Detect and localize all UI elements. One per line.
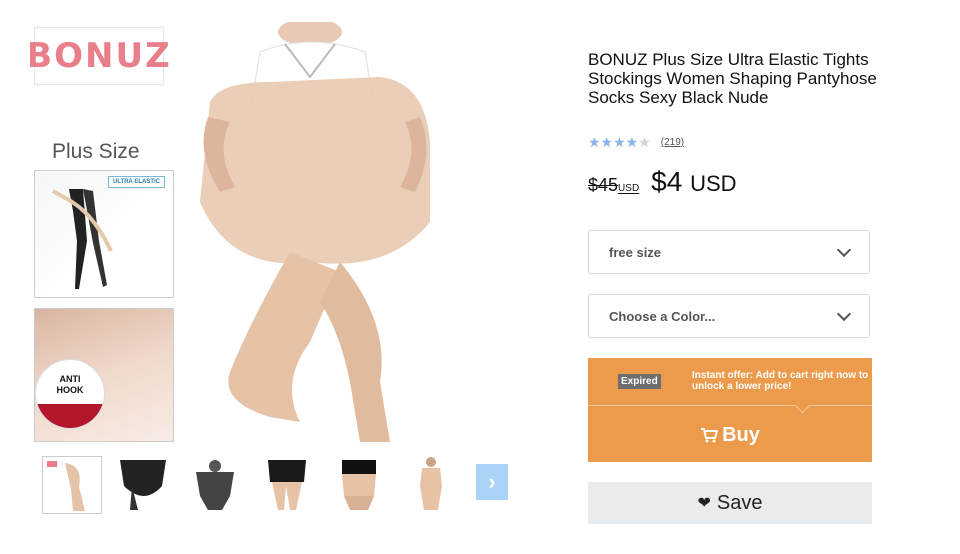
original-price-currency: USD — [618, 183, 640, 194]
buy-button-label: Buy — [722, 423, 760, 446]
thumbnail-5[interactable] — [330, 456, 388, 512]
ultra-elastic-label: ULTRA ELASTIC — [108, 176, 165, 188]
offer-divider — [588, 405, 872, 406]
heart-icon: ❤ — [697, 495, 711, 512]
chevron-down-icon — [836, 306, 852, 322]
plus-size-label: Plus Size — [52, 140, 140, 163]
review-count-link[interactable]: (219) — [661, 137, 684, 148]
thumbnail-6[interactable] — [402, 456, 460, 512]
save-button-label: Save — [716, 491, 763, 514]
inset-image-anti-hook: ANTI HOOK — [34, 308, 174, 442]
cart-icon — [700, 427, 719, 443]
original-price-amount: $45 — [588, 175, 619, 195]
expired-badge: Expired — [618, 374, 661, 389]
product-title: BONUZ Plus Size Ultra Elastic Tights Sto… — [588, 50, 877, 107]
inset-image-ultra-elastic: ULTRA ELASTIC — [34, 170, 174, 298]
sale-price-currency: USD — [690, 171, 737, 196]
offer-header: Expired Instant offer: Add to cart right… — [588, 358, 872, 406]
brand-logo: BONUZ — [30, 27, 170, 85]
offer-text: Instant offer: Add to cart right now to … — [692, 370, 869, 392]
anti-hook-line2: HOOK — [56, 385, 84, 395]
sale-price: $4 USD — [651, 166, 736, 198]
sale-price-amount: $4 — [651, 166, 683, 197]
anti-hook-line1: ANTI — [59, 374, 81, 384]
thumbnail-4[interactable] — [258, 456, 316, 512]
thumbnail-2[interactable] — [114, 456, 172, 512]
thumbnail-1[interactable] — [42, 456, 102, 514]
color-select-placeholder: Choose a Color... — [609, 308, 716, 324]
buy-button[interactable]: Buy — [588, 410, 872, 460]
color-select[interactable]: Choose a Color... — [588, 294, 870, 338]
size-select-value: free size — [609, 244, 662, 260]
anti-hook-badge: ANTI HOOK — [35, 359, 105, 429]
model-photo — [200, 22, 430, 442]
thumbnail-3[interactable] — [186, 456, 244, 512]
save-button[interactable]: ❤ Save — [588, 482, 872, 524]
price-row: $45USD $4 USD — [588, 166, 737, 198]
original-price: $45USD — [588, 175, 639, 196]
chevron-down-icon — [836, 242, 852, 258]
thumbnail-next-button[interactable]: › — [476, 464, 508, 500]
inset-legs-figure — [51, 189, 113, 289]
main-product-image[interactable]: BONUZ Plus Size ULTRA ELASTIC ANTI HOOK — [30, 22, 480, 448]
instant-offer-panel: Expired Instant offer: Add to cart right… — [588, 358, 872, 462]
product-rating: ★★★★★ (219) — [588, 134, 684, 151]
chevron-right-icon: › — [488, 469, 496, 494]
star-rating-icons: ★★★★★ — [588, 134, 651, 150]
size-select[interactable]: free size — [588, 230, 870, 274]
